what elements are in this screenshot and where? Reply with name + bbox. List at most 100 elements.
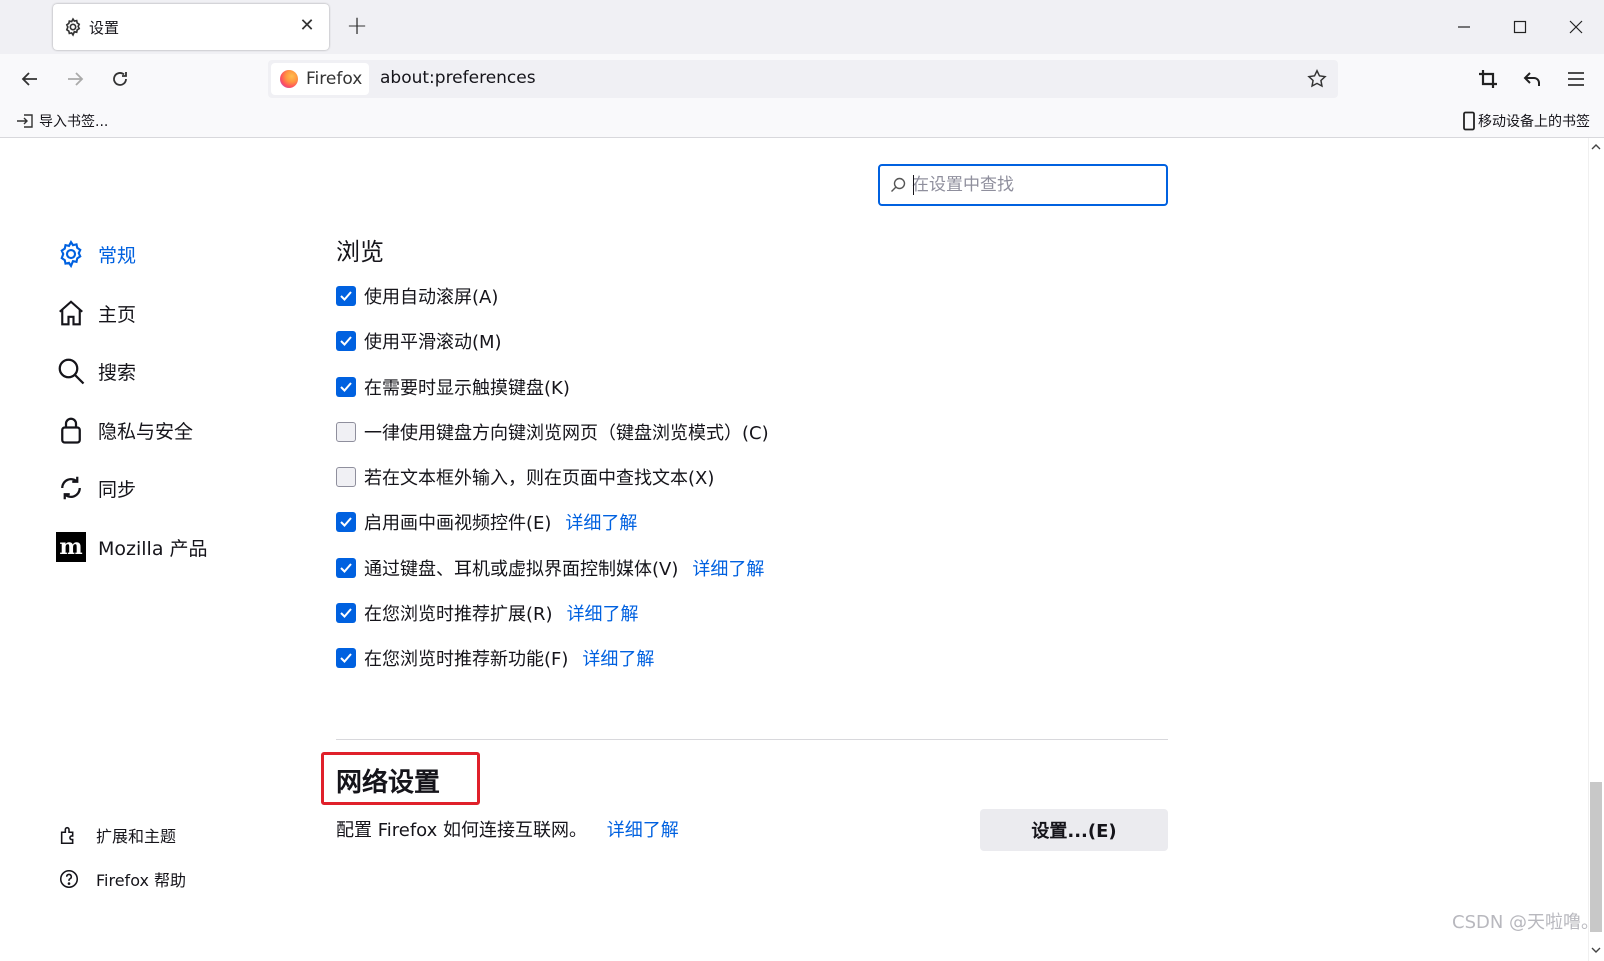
checkbox-checked[interactable] xyxy=(336,286,356,306)
checkbox-checked[interactable] xyxy=(336,331,356,351)
maximize-button[interactable] xyxy=(1492,0,1548,54)
checkbox-checked[interactable] xyxy=(336,512,356,532)
url-bar[interactable]: Firefox about:preferences xyxy=(268,60,1338,98)
sidebar-item-label: Mozilla 产品 xyxy=(98,537,208,560)
mobile-bookmarks-item[interactable]: 移动设备上的书签 xyxy=(1462,111,1590,131)
help-icon xyxy=(58,868,80,890)
bookmark-star-icon[interactable] xyxy=(1306,68,1328,90)
option-search-text-when-typing[interactable]: 若在文本框外输入，则在页面中查找文本(X) xyxy=(336,463,714,491)
mozilla-icon: m xyxy=(56,532,86,562)
section-heading-browsing: 浏览 xyxy=(336,238,384,266)
option-picture-in-picture[interactable]: 启用画中画视频控件(E) 详细了解 xyxy=(336,508,637,536)
undo-icon[interactable] xyxy=(1516,63,1548,95)
close-tab-button[interactable]: ✕ xyxy=(293,12,321,40)
import-bookmarks-item[interactable]: 导入书签... xyxy=(16,111,108,131)
option-label: 在需要时显示触摸键盘(K) xyxy=(364,378,570,399)
learn-more-link[interactable]: 详细了解 xyxy=(567,600,639,626)
close-window-button[interactable] xyxy=(1548,0,1604,54)
checkbox-checked[interactable] xyxy=(336,377,356,397)
back-button[interactable] xyxy=(14,63,46,95)
import-bookmarks-label: 导入书签... xyxy=(39,114,109,130)
option-touch-keyboard[interactable]: 在需要时显示触摸键盘(K) xyxy=(336,373,570,401)
forward-button[interactable] xyxy=(59,63,91,95)
mobile-bookmarks-label: 移动设备上的书签 xyxy=(1478,114,1590,130)
screenshot-crop-icon[interactable] xyxy=(1472,63,1504,95)
checkbox-checked[interactable] xyxy=(336,558,356,578)
footer-item-label: Firefox 帮助 xyxy=(96,871,187,890)
settings-search-field[interactable] xyxy=(878,164,1168,206)
watermark: CSDN @天啦噜。 xyxy=(1452,912,1600,933)
tab-settings[interactable]: 设置 ✕ xyxy=(53,4,329,50)
tab-title: 设置 xyxy=(89,19,120,37)
new-tab-button[interactable]: + xyxy=(340,10,374,44)
identity-label: Firefox xyxy=(306,69,363,89)
sidebar-item-home[interactable]: 主页 xyxy=(56,293,136,333)
bookmarks-bar: 导入书签... 移动设备上的书签 xyxy=(0,102,1604,138)
sidebar-item-label: 常规 xyxy=(98,244,137,267)
checkbox-checked[interactable] xyxy=(336,603,356,623)
tab-bar: 设置 ✕ + xyxy=(0,0,1604,54)
learn-more-link[interactable]: 详细了解 xyxy=(582,645,654,671)
option-caret-browsing[interactable]: 一律使用键盘方向键浏览网页（键盘浏览模式）(C) xyxy=(336,418,769,446)
menu-icon[interactable] xyxy=(1560,63,1592,95)
learn-more-link[interactable]: 详细了解 xyxy=(607,820,679,841)
minimize-button[interactable] xyxy=(1436,0,1492,54)
option-autoscroll[interactable]: 使用自动滚屏(A) xyxy=(336,282,498,310)
home-icon xyxy=(56,298,86,328)
lock-icon xyxy=(56,415,86,445)
footer-item-label: 扩展和主题 xyxy=(96,827,177,846)
option-media-control[interactable]: 通过键盘、耳机或虚拟界面控制媒体(V) 详细了解 xyxy=(336,554,764,582)
import-icon xyxy=(16,113,34,129)
option-label: 启用画中画视频控件(E) xyxy=(364,513,552,534)
checkbox-unchecked[interactable] xyxy=(336,467,356,487)
sidebar-item-label: 主页 xyxy=(98,303,137,326)
sidebar-item-sync[interactable]: 同步 xyxy=(56,468,136,508)
sidebar-item-label: 搜索 xyxy=(98,361,137,384)
section-heading-network: 网络设置 xyxy=(336,768,441,798)
section-divider xyxy=(336,739,1168,740)
scroll-up-arrow-icon[interactable] xyxy=(1588,138,1604,156)
learn-more-link[interactable]: 详细了解 xyxy=(565,509,637,535)
checkbox-checked[interactable] xyxy=(336,648,356,668)
gear-icon xyxy=(63,17,83,37)
option-label: 若在文本框外输入，则在页面中查找文本(X) xyxy=(364,468,715,489)
settings-search-input[interactable] xyxy=(912,172,1152,198)
option-label: 使用自动滚屏(A) xyxy=(364,287,499,308)
network-settings-button[interactable]: 设置...(E) xyxy=(980,809,1168,851)
sidebar-item-label: 隐私与安全 xyxy=(98,420,194,443)
sidebar-item-privacy[interactable]: 隐私与安全 xyxy=(56,410,193,450)
option-label: 在您浏览时推荐扩展(R) xyxy=(364,604,553,625)
search-icon xyxy=(56,356,86,386)
url-text[interactable]: about:preferences xyxy=(380,68,536,88)
identity-box[interactable]: Firefox xyxy=(271,63,369,95)
sidebar-item-mozilla-products[interactable]: m Mozilla 产品 xyxy=(56,527,208,567)
option-label: 使用平滑滚动(M) xyxy=(364,332,502,353)
svg-text:m: m xyxy=(59,534,82,560)
network-description-text: 配置 Firefox 如何连接互联网。 xyxy=(336,820,588,841)
nav-bar: Firefox about:preferences xyxy=(0,54,1604,102)
network-description: 配置 Firefox 如何连接互联网。 详细了解 xyxy=(336,816,679,842)
sidebar-item-label: 同步 xyxy=(98,478,137,501)
sidebar-item-general[interactable]: 常规 xyxy=(56,234,136,274)
learn-more-link[interactable]: 详细了解 xyxy=(692,555,764,581)
sidebar-item-search[interactable]: 搜索 xyxy=(56,351,136,391)
reload-button[interactable] xyxy=(104,63,136,95)
checkbox-unchecked[interactable] xyxy=(336,422,356,442)
option-label: 一律使用键盘方向键浏览网页（键盘浏览模式）(C) xyxy=(364,423,769,444)
gear-icon xyxy=(56,239,86,269)
search-icon xyxy=(890,177,906,193)
scroll-down-arrow-icon[interactable] xyxy=(1588,941,1604,959)
firefox-logo-icon xyxy=(280,70,298,88)
option-smooth-scrolling[interactable]: 使用平滑滚动(M) xyxy=(336,327,502,355)
sync-icon xyxy=(56,473,86,503)
mobile-device-icon xyxy=(1462,111,1476,131)
option-recommend-extensions[interactable]: 在您浏览时推荐扩展(R) 详细了解 xyxy=(336,599,639,627)
option-label: 在您浏览时推荐新功能(F) xyxy=(364,649,569,670)
preferences-page: 常规 主页 搜索 隐私与安全 同步 m Mozilla 产品 扩展和主题 xyxy=(0,138,1604,961)
option-recommend-features[interactable]: 在您浏览时推荐新功能(F) 详细了解 xyxy=(336,644,654,672)
sidebar-footer-help[interactable]: Firefox 帮助 xyxy=(58,864,186,894)
option-label: 通过键盘、耳机或虚拟界面控制媒体(V) xyxy=(364,559,679,580)
sidebar-footer-extensions[interactable]: 扩展和主题 xyxy=(58,820,176,850)
puzzle-icon xyxy=(58,824,80,846)
text-caret xyxy=(913,175,914,195)
